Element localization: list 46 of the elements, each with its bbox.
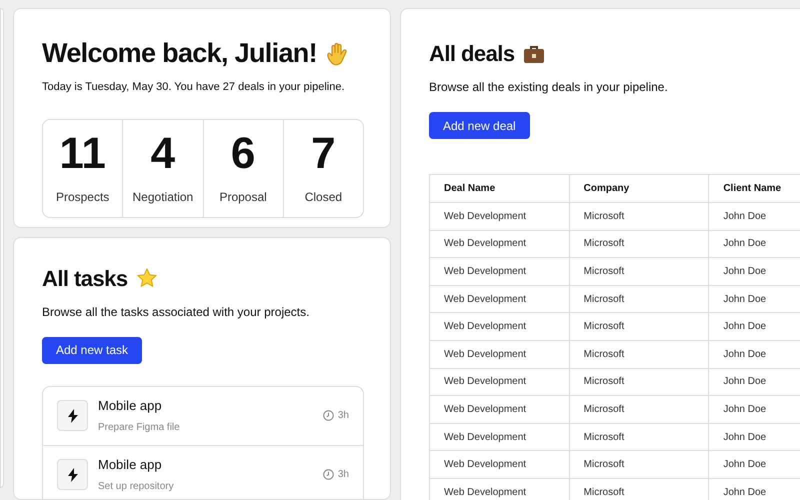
welcome-title: Welcome back, Julian! [42, 37, 317, 70]
task-duration: 3h [338, 468, 349, 482]
table-cell: Microsoft [569, 423, 709, 451]
welcome-subtitle: Today is Tuesday, May 30. You have 27 deals in your pipeline. [42, 80, 346, 95]
deals-title: All deals [429, 40, 515, 68]
stat-value: 4 [150, 132, 176, 176]
add-deal-button[interactable]: Add new deal [429, 112, 530, 139]
add-task-button[interactable]: Add new task [42, 336, 142, 364]
stat-value: 11 [59, 132, 106, 176]
tasks-title: All tasks [42, 264, 128, 293]
task-name: Prepare Figma file [98, 420, 180, 435]
stat-label: Proposal [219, 188, 267, 206]
table-cell: Web Development [430, 285, 570, 313]
task-project: Mobile app [98, 456, 163, 474]
table-cell: Web Development [430, 396, 570, 424]
table-cell: Microsoft [569, 340, 709, 368]
stat-label: Prospects [56, 188, 110, 206]
table-cell: Web Development [430, 230, 570, 258]
task-name: Set up repository [98, 480, 174, 494]
tasks-subtitle: Browse all the tasks associated with your projects. [42, 304, 310, 321]
table-cell: Microsoft [569, 202, 709, 230]
table-cell: Web Development [430, 423, 570, 451]
table-cell: Web Development [430, 312, 570, 340]
table-cell: Microsoft [569, 230, 709, 258]
stat-label: Closed [304, 188, 342, 206]
table-cell: Microsoft [569, 368, 709, 396]
table-cell: Web Development [430, 202, 570, 230]
column-header: Client Name [708, 174, 800, 202]
task-duration: 3h [338, 409, 349, 424]
column-header: Company [569, 174, 709, 202]
stat-value: 7 [311, 132, 336, 176]
task-project: Mobile app [98, 397, 163, 416]
table-cell: Microsoft [569, 312, 709, 340]
column-header: Deal Name [430, 174, 570, 202]
table-cell: Microsoft [569, 450, 709, 478]
table-cell: Web Development [430, 368, 570, 396]
table-cell: Microsoft [569, 258, 709, 286]
table-cell: Microsoft [569, 396, 709, 424]
table-cell: Web Development [430, 450, 570, 478]
stat-label: Negotiation [132, 188, 194, 206]
table-cell: Web Development [430, 340, 570, 368]
stat-value: 6 [230, 132, 256, 176]
table-cell: Web Development [430, 478, 570, 500]
table-cell: Web Development [430, 258, 570, 286]
table-cell: Microsoft [569, 285, 709, 313]
deals-subtitle: Browse all the existing deals in your pipeline. [429, 79, 669, 96]
